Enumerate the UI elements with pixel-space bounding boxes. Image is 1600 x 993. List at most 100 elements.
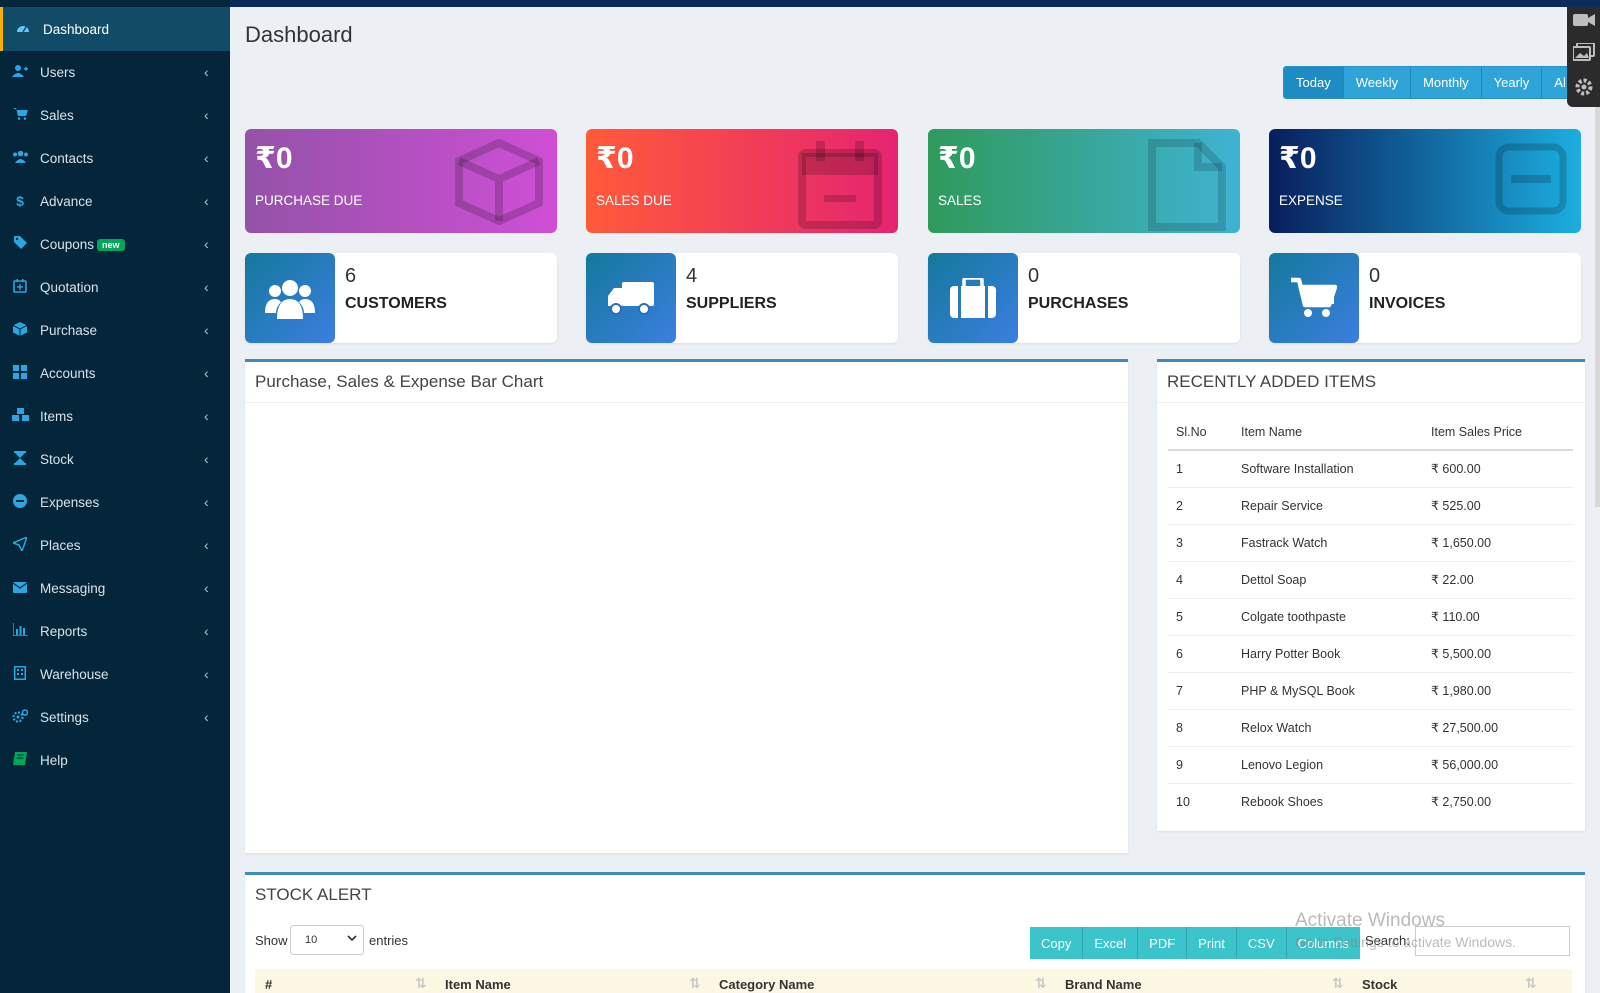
period-monthly-button[interactable]: Monthly	[1411, 67, 1482, 98]
calendar-plus-icon	[0, 278, 40, 296]
sort-icon[interactable]: ⇅	[1525, 975, 1537, 992]
sidebar-item-settings[interactable]: Settings ‹	[0, 695, 230, 739]
column-header[interactable]: Item Sales Price	[1423, 414, 1573, 451]
table-row: 10 Rebook Shoes ₹ 2,750.00	[1168, 782, 1573, 820]
sidebar-item-dashboard[interactable]: Dashboard	[0, 7, 230, 51]
table-row: 2 Repair Service ₹ 525.00	[1168, 486, 1573, 524]
sidebar-item-quotation[interactable]: Quotation ‹	[0, 265, 230, 309]
item-name: Lenovo Legion	[1233, 745, 1423, 783]
chevron-left-icon: ‹	[204, 666, 209, 682]
sidebar-item-items[interactable]: Items ‹	[0, 394, 230, 438]
sidebar-item-places[interactable]: Places ‹	[0, 523, 230, 567]
gear-icon[interactable]	[1574, 77, 1594, 102]
bar-chart-icon	[0, 623, 40, 639]
file-icon	[1146, 139, 1226, 233]
sort-icon[interactable]: ⇅	[689, 975, 701, 992]
row-number: 3	[1168, 523, 1233, 561]
card-label: PURCHASE DUE	[255, 193, 363, 208]
row-number: 4	[1168, 560, 1233, 598]
page-title: Dashboard	[245, 22, 353, 47]
sidebar-item-messaging[interactable]: Messaging ‹	[0, 566, 230, 610]
sales-card: ₹0 SALES	[928, 129, 1240, 233]
briefcase-icon	[928, 253, 1018, 343]
purchases-info-box[interactable]: 0 PURCHASES	[928, 253, 1240, 343]
chevron-left-icon: ‹	[204, 279, 209, 295]
minus-circle-icon	[0, 493, 40, 511]
page-scrollbar[interactable]	[1595, 107, 1600, 507]
period-today-button[interactable]: Today	[1284, 67, 1344, 98]
sidebar-item-label: Warehouse	[40, 666, 109, 682]
item-name: Rebook Shoes	[1233, 782, 1423, 820]
sidebar-item-label: Reports	[40, 623, 88, 639]
column-header[interactable]: Category Name	[719, 977, 814, 992]
windows-activation-watermark: Activate Windows	[1295, 910, 1445, 931]
sidebar-item-advance[interactable]: $ Advance ‹	[0, 179, 230, 223]
bar-chart-panel: Purchase, Sales & Expense Bar Chart	[245, 359, 1128, 853]
sort-icon[interactable]: ⇅	[1035, 975, 1047, 992]
column-header[interactable]: #	[265, 977, 272, 992]
chevron-left-icon: ‹	[204, 709, 209, 725]
item-sales-price: ₹ 5,500.00	[1423, 634, 1573, 672]
chevron-left-icon: ‹	[204, 451, 209, 467]
sidebar-item-label: Coupons	[40, 236, 95, 252]
windows-activation-watermark-subtext: Go to Settings to activate Windows.	[1295, 934, 1516, 950]
excel-button[interactable]: Excel	[1083, 927, 1139, 959]
pdf-button[interactable]: PDF	[1138, 927, 1188, 959]
item-name: Harry Potter Book	[1233, 634, 1423, 672]
sidebar-item-stock[interactable]: Stock ‹	[0, 437, 230, 481]
chevron-left-icon: ‹	[204, 236, 209, 252]
sidebar-item-label: Advance	[40, 193, 93, 209]
item-sales-price: ₹ 56,000.00	[1423, 745, 1573, 783]
column-header[interactable]: Item Name	[1233, 414, 1423, 451]
sidebar-item-warehouse[interactable]: Warehouse ‹	[0, 652, 230, 696]
column-header[interactable]: Brand Name	[1065, 977, 1142, 992]
card-label: SALES	[938, 193, 982, 208]
card-amount: ₹0	[938, 142, 976, 175]
sidebar-item-sales[interactable]: Sales ‹	[0, 93, 230, 137]
sidebar-item-reports[interactable]: Reports ‹	[0, 609, 230, 653]
item-sales-price: ₹ 2,750.00	[1423, 782, 1573, 820]
sidebar-item-label: Messaging	[40, 580, 106, 596]
period-weekly-button[interactable]: Weekly	[1343, 67, 1412, 98]
sidebar-item-accounts[interactable]: Accounts ‹	[0, 351, 230, 395]
csv-button[interactable]: CSV	[1236, 927, 1287, 959]
item-name: Relox Watch	[1233, 708, 1423, 746]
sidebar-item-label: Quotation	[40, 279, 99, 295]
user-plus-icon	[0, 64, 40, 81]
purchase-due-card: ₹0 PURCHASE DUE	[245, 129, 557, 233]
stock-alert-panel: STOCK ALERT Show 10 entries Copy Excel P…	[245, 872, 1585, 993]
column-header[interactable]: Item Name	[445, 977, 511, 992]
minus-square-icon	[1495, 143, 1567, 220]
sales-due-card: ₹0 SALES DUE	[586, 129, 898, 233]
gallery-icon[interactable]	[1571, 42, 1595, 66]
sort-icon[interactable]: ⇅	[1332, 975, 1344, 992]
expense-card: ₹0 EXPENSE	[1269, 129, 1581, 233]
row-number: 1	[1168, 449, 1233, 487]
cart-icon	[0, 107, 40, 123]
sidebar-item-expenses[interactable]: Expenses ‹	[0, 480, 230, 524]
sidebar-item-coupons[interactable]: Coupons new ‹	[0, 222, 230, 266]
print-button[interactable]: Print	[1187, 927, 1237, 959]
video-camera-icon[interactable]	[1572, 12, 1595, 33]
dollar-icon: $	[16, 193, 24, 209]
sidebar-item-label: Settings	[40, 709, 89, 725]
customers-info-box[interactable]: 6 CUSTOMERS	[245, 253, 557, 343]
entries-select[interactable]: 10	[290, 925, 364, 955]
sidebar-item-users[interactable]: Users ‹	[0, 50, 230, 94]
invoices-info-box[interactable]: 0 INVOICES	[1269, 253, 1581, 343]
column-header[interactable]: Sl.No	[1168, 414, 1233, 451]
info-label: CUSTOMERS	[345, 295, 447, 312]
envelope-icon	[0, 580, 40, 596]
period-filter-group: Today Weekly Monthly Yearly Al	[1283, 66, 1579, 99]
sort-icon[interactable]: ⇅	[415, 975, 427, 992]
sidebar-item-contacts[interactable]: Contacts ‹	[0, 136, 230, 180]
suppliers-info-box[interactable]: 4 SUPPLIERS	[586, 253, 898, 343]
column-header[interactable]: Stock	[1362, 977, 1397, 992]
chevron-left-icon: ‹	[204, 537, 209, 553]
sidebar-item-help[interactable]: Help	[0, 738, 230, 782]
sidebar-item-purchase[interactable]: Purchase ‹	[0, 308, 230, 352]
cube-icon	[0, 321, 40, 339]
period-yearly-button[interactable]: Yearly	[1481, 67, 1543, 98]
info-label: PURCHASES	[1028, 295, 1129, 312]
copy-button[interactable]: Copy	[1030, 927, 1084, 959]
